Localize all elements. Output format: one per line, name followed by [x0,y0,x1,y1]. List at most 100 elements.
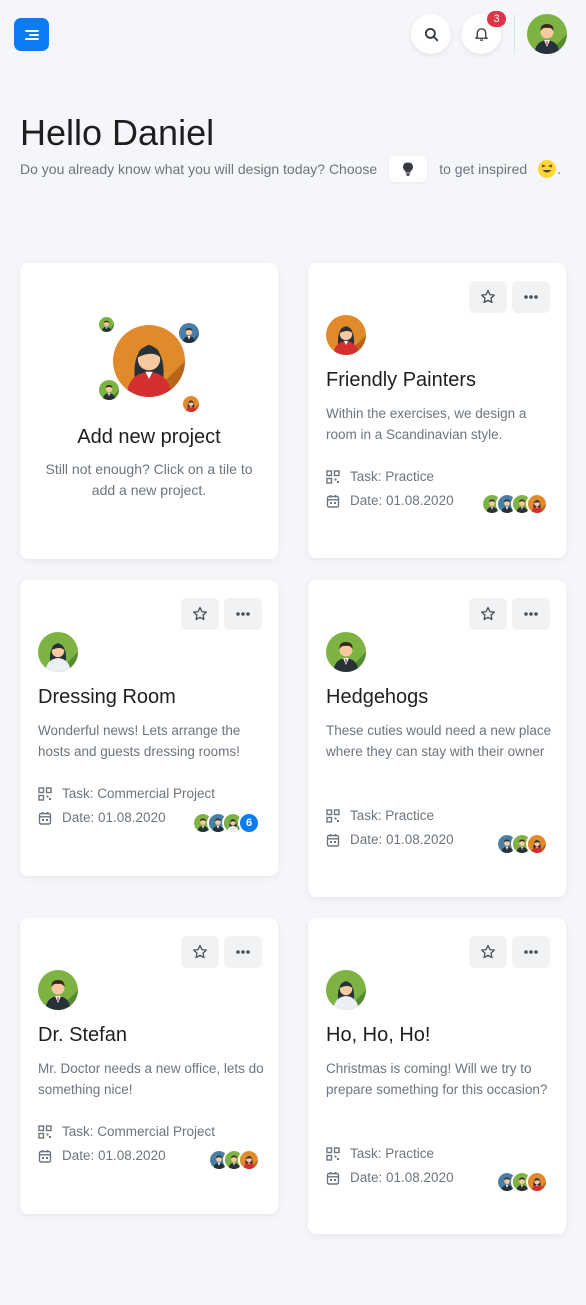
more-options-button[interactable] [224,598,262,630]
prompt-text-after: to get inspired [439,161,528,177]
team-avatars[interactable]: 6 [192,812,260,834]
more-dots-icon [523,606,539,622]
project-avatar [326,970,366,1010]
project-description: These cuties would need a new place wher… [326,723,552,759]
calendar-icon [326,1171,340,1185]
project-card[interactable]: Dr. Stefan Mr. Doctor needs a new office… [20,918,278,1214]
qr-code-icon [326,809,340,823]
top-bar: 3 [0,0,586,70]
project-date: Date: 01.08.2020 [38,810,166,825]
date-label: Date: 01.08.2020 [62,810,166,825]
project-description: Wonderful news! Lets arrange the hosts a… [38,723,241,759]
project-title: Friendly Painters [326,369,477,391]
more-options-button[interactable] [512,936,550,968]
star-icon [192,606,208,622]
project-task: Task: Commercial Project [38,1124,215,1139]
greeting-subtitle: Do you already know what you will design… [20,155,561,183]
more-dots-icon [235,944,251,960]
favorite-button[interactable] [469,281,507,313]
add-project-card[interactable]: Add new project Still not enough? Click … [20,263,278,559]
project-avatar [326,315,366,355]
member-avatar [526,833,548,855]
more-options-button[interactable] [224,936,262,968]
task-label: Task: Commercial Project [62,786,216,801]
task-label: Task: Practice [350,1146,435,1161]
project-date: Date: 01.08.2020 [326,1170,454,1185]
team-avatars[interactable] [481,493,548,515]
more-dots-icon [523,944,539,960]
project-card[interactable]: Friendly Painters Within the exercises, … [308,263,566,558]
more-members-count: 6 [238,812,260,834]
card-actions [469,281,550,313]
add-project-title: Add new project [77,426,221,448]
search-button[interactable] [411,14,451,54]
card-actions [181,936,262,968]
menu-icon [24,28,39,42]
date-label: Date: 01.08.2020 [350,832,454,847]
project-task: Task: Practice [326,808,434,823]
favorite-button[interactable] [469,598,507,630]
small-avatar-icon [179,323,199,343]
calendar-icon [326,494,340,508]
project-task: Task: Practice [326,1146,434,1161]
menu-button[interactable] [14,18,49,51]
favorite-button[interactable] [469,936,507,968]
page-title: Hello Daniel [20,112,215,153]
team-avatars[interactable] [496,1171,548,1193]
small-avatar-icon [99,317,114,332]
project-avatar [38,632,78,672]
project-description: Within the exercises, we design a room i… [326,406,527,442]
qr-code-icon [326,470,340,484]
star-icon [480,606,496,622]
project-description: Christmas is coming! Will we try to prep… [326,1061,548,1097]
project-task: Task: Practice [326,469,434,484]
add-project-description: Still not enough? Click on a tile to add… [45,461,253,498]
member-avatar [526,1171,548,1193]
star-icon [480,944,496,960]
task-label: Task: Practice [350,469,435,484]
calendar-icon [38,1149,52,1163]
date-label: Date: 01.08.2020 [350,1170,454,1185]
notification-badge: 3 [487,11,506,27]
member-avatar [238,1149,260,1171]
inspiration-button[interactable] [389,156,428,182]
prompt-text: Do you already know what you will design… [20,161,378,177]
project-task: Task: Commercial Project [38,786,215,801]
project-date: Date: 01.08.2020 [326,493,454,508]
date-label: Date: 01.08.2020 [350,493,454,508]
search-icon [424,27,438,41]
calendar-icon [326,833,340,847]
project-date: Date: 01.08.2020 [326,832,454,847]
user-avatar[interactable] [527,14,567,54]
project-title: Ho, Ho, Ho! [326,1024,431,1046]
project-avatar [38,970,78,1010]
project-title: Dressing Room [38,686,176,708]
favorite-button[interactable] [181,598,219,630]
team-avatars[interactable] [208,1149,260,1171]
header-divider [514,14,515,54]
qr-code-icon [326,1147,340,1161]
project-title: Hedgehogs [326,686,429,708]
favorite-button[interactable] [181,936,219,968]
task-label: Task: Practice [350,808,435,823]
more-dots-icon [235,606,251,622]
card-actions [181,598,262,630]
qr-code-icon [38,1125,52,1139]
team-avatars[interactable] [496,833,548,855]
more-options-button[interactable] [512,598,550,630]
calendar-icon [38,811,52,825]
project-card[interactable]: Ho, Ho, Ho! Christmas is coming! Will we… [308,918,566,1234]
project-date: Date: 01.08.2020 [38,1148,166,1163]
card-actions [469,936,550,968]
date-label: Date: 01.08.2020 [62,1148,166,1163]
more-options-button[interactable] [512,281,550,313]
project-avatar [326,632,366,672]
smile-emoji-icon [537,159,557,179]
project-card[interactable]: Dressing Room Wonderful news! Lets arran… [20,580,278,876]
qr-code-icon [38,787,52,801]
member-avatar [526,493,548,515]
card-actions [469,598,550,630]
lightbulb-icon [403,162,414,176]
project-card[interactable]: Hedgehogs These cuties would need a new … [308,580,566,897]
star-icon [480,289,496,305]
